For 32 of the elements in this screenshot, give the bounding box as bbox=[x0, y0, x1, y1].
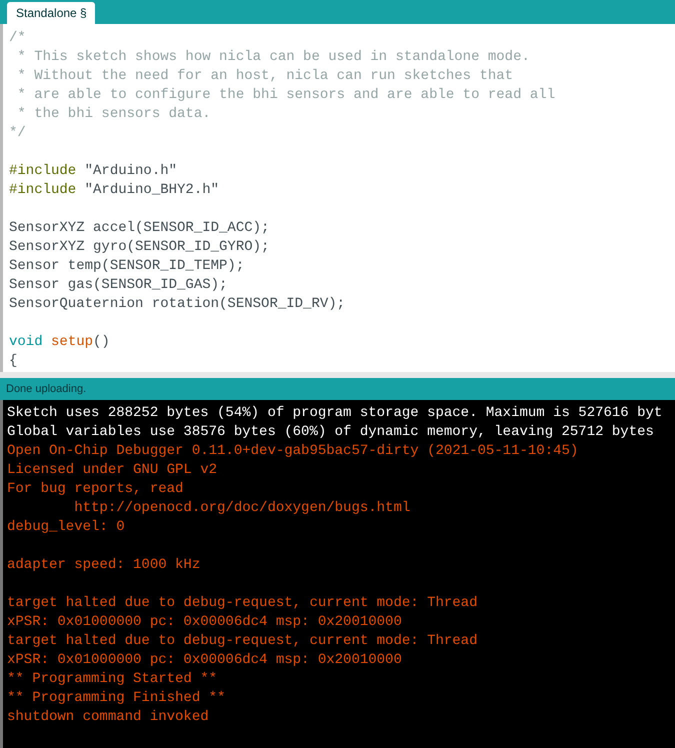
console-line: Open On-Chip Debugger 0.11.0+dev-gab95bac57-dirty (2021-05-11-10:45) bbox=[7, 442, 580, 461]
code-line: SensorQuaternion rotation(SENSOR_ID_RV); bbox=[9, 295, 346, 314]
code-line: #include "Arduino.h" bbox=[9, 162, 178, 181]
code-line: SensorXYZ accel(SENSOR_ID_ACC); bbox=[9, 219, 270, 238]
console-line: http://openocd.org/doc/doxygen/bugs.html bbox=[73, 499, 412, 518]
console-line: Global variables use 38576 bytes (60%) of dynamic memory, leaving 25712 bytes bbox=[7, 423, 655, 442]
sketch-tab[interactable]: Standalone § bbox=[7, 2, 95, 24]
console-line: xPSR: 0x01000000 pc: 0x00006dc4 msp: 0x20010000 bbox=[7, 651, 403, 670]
console-line: For bug reports, read bbox=[7, 480, 184, 499]
console-line: Sketch uses 288252 bytes (54%) of program storage space. Maximum is 527616 byt bbox=[7, 404, 664, 423]
code-line: { bbox=[9, 352, 18, 371]
code-line: SensorXYZ gyro(SENSOR_ID_GYRO); bbox=[9, 238, 270, 257]
console-line: adapter speed: 1000 kHz bbox=[7, 556, 202, 575]
code-line: void setup() bbox=[9, 333, 111, 352]
console-line: shutdown command invoked bbox=[7, 708, 210, 727]
code-line: * are able to configure the bhi sensors and are able to read all bbox=[16, 86, 556, 105]
code-line: Sensor gas(SENSOR_ID_GAS); bbox=[9, 276, 228, 295]
console-line: target halted due to debug-request, current mode: Thread bbox=[7, 594, 478, 613]
console-line: ** Programming Finished ** bbox=[7, 689, 226, 708]
console-line: debug_level: 0 bbox=[7, 518, 126, 537]
code-line: /* bbox=[9, 29, 27, 48]
code-line: #include "Arduino_BHY2.h" bbox=[9, 181, 220, 200]
console-line: target halted due to debug-request, current mode: Thread bbox=[7, 632, 478, 651]
console-line: xPSR: 0x01000000 pc: 0x00006dc4 msp: 0x20010000 bbox=[7, 613, 403, 632]
code-line: * This sketch shows how nicla can be used in standalone mode. bbox=[16, 48, 531, 67]
code-line: * Without the need for an host, nicla can run sketches that bbox=[16, 67, 514, 86]
console-line: ** Programming Started ** bbox=[7, 670, 218, 689]
code-line: Sensor temp(SENSOR_ID_TEMP); bbox=[9, 257, 246, 276]
status-message: Done uploading. bbox=[0, 378, 675, 400]
code-line: */ bbox=[9, 124, 27, 143]
console-line: Licensed under GNU GPL v2 bbox=[7, 461, 218, 480]
code-line: * the bhi sensors data. bbox=[16, 105, 212, 124]
